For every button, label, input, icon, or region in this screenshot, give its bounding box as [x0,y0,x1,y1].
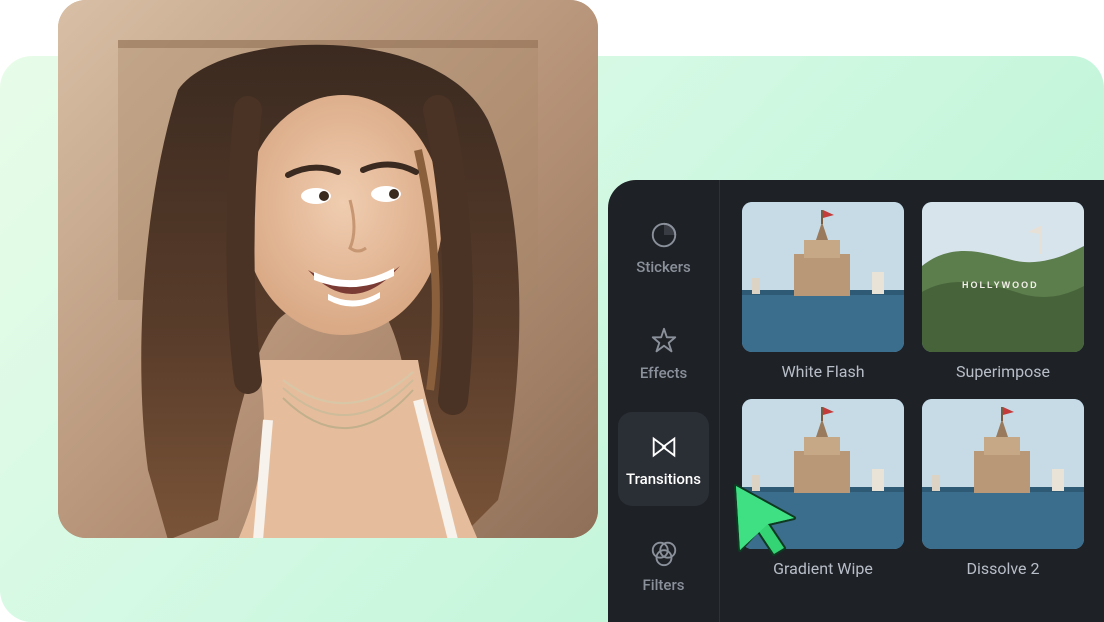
effects-icon [647,324,681,358]
transitions-icon [647,430,681,464]
tile-label: Gradient Wipe [773,559,873,578]
tile-superimpose[interactable]: HOLLYWOOD Superimpose [922,202,1084,381]
tile-thumb [922,399,1084,549]
tile-white-flash[interactable]: White Flash [742,202,904,381]
tile-label: White Flash [781,362,864,381]
editor-nav: Stickers Effects Transitions Filters [608,180,720,622]
nav-label: Stickers [636,258,690,276]
nav-label: Transitions [626,470,701,488]
tile-thumb: HOLLYWOOD [922,202,1084,352]
tile-gradient-wipe[interactable]: Gradient Wipe [742,399,904,578]
transitions-grid: White Flash HOLLYWOOD Superimpose Gradie… [720,180,1104,622]
nav-item-filters[interactable]: Filters [618,518,709,612]
tile-label: Superimpose [956,362,1050,381]
nav-label: Effects [640,364,687,382]
tile-label: Dissolve 2 [966,559,1039,578]
svg-text:HOLLYWOOD: HOLLYWOOD [962,280,1039,290]
filters-icon [647,536,681,570]
tile-dissolve-2[interactable]: Dissolve 2 [922,399,1084,578]
nav-label: Filters [643,576,685,594]
tile-thumb [742,399,904,549]
tile-thumb [742,202,904,352]
stickers-icon [647,218,681,252]
editor-panel: Stickers Effects Transitions Filters [608,180,1104,622]
nav-item-transitions[interactable]: Transitions [618,412,709,506]
nav-item-stickers[interactable]: Stickers [618,200,709,294]
nav-item-effects[interactable]: Effects [618,306,709,400]
preview-image [58,0,598,538]
